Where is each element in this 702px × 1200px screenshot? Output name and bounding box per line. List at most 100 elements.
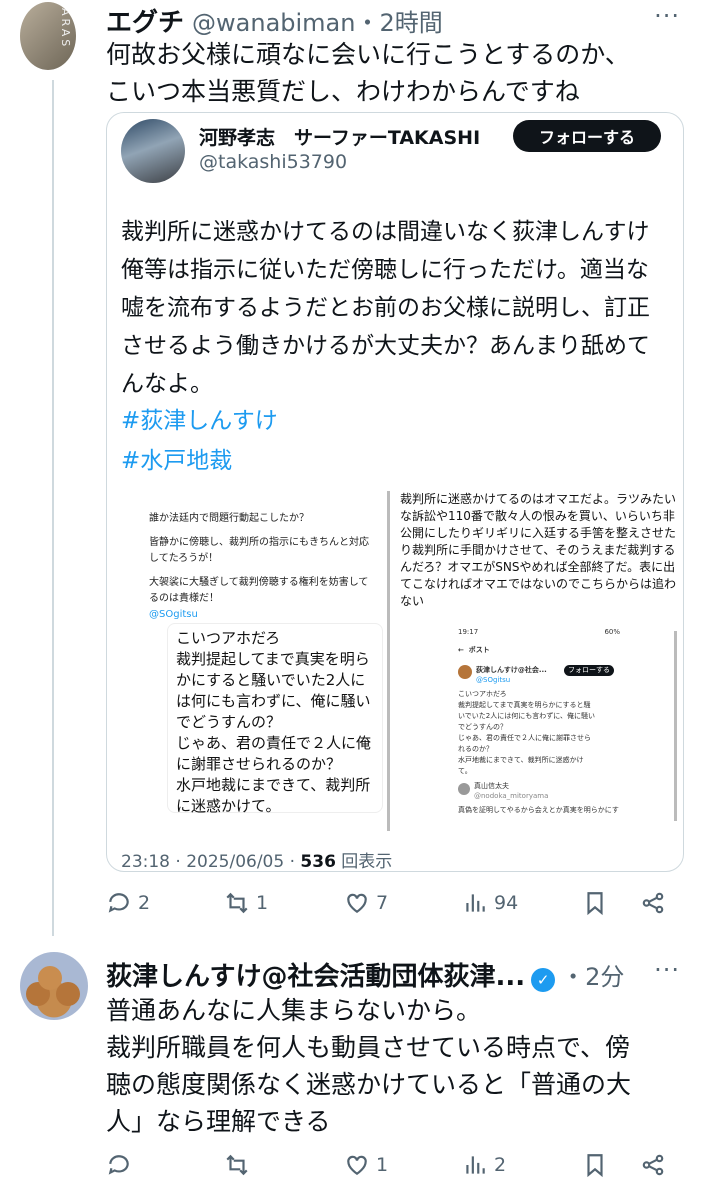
image-text-line: こいつアホだろ: [458, 690, 507, 698]
bookmark-button[interactable]: [582, 1152, 608, 1178]
like-button[interactable]: 1: [344, 1152, 388, 1178]
post-text-line: 普通あんなに人集まらないから。: [106, 996, 482, 1025]
post-text-line: 人」なら理解できる: [106, 1107, 331, 1136]
quoted-text-line: 嘘を流布するようだとお前のお父様に説明し、訂正: [121, 295, 650, 321]
reply-count: 2: [138, 892, 151, 914]
heart-icon: [347, 1155, 367, 1175]
quoted-post-meta: 23:18 · 2025/06/05 · 536 回表示: [121, 847, 392, 871]
reply-button[interactable]: [106, 1152, 138, 1178]
verified-badge-icon: ✓: [531, 968, 556, 992]
inner-follow-button: フォローする: [564, 665, 614, 676]
avatar[interactable]: ARAS: [20, 2, 76, 70]
image-text-line: 裁判所に迷惑かけてるのはオマエだよ。ラツみたい: [400, 492, 677, 506]
like-button[interactable]: 7: [344, 890, 388, 916]
image-divider: [674, 631, 677, 821]
share-button[interactable]: [640, 1152, 666, 1178]
views-count: 2: [494, 1154, 507, 1176]
avatar[interactable]: [20, 952, 88, 1020]
views-count: 94: [494, 892, 519, 914]
back-label: ポスト: [468, 646, 490, 654]
views-button[interactable]: 2: [462, 1152, 506, 1178]
embedded-image-left[interactable]: 誰か法廷内で問題行動起こしたか？ 皆静かに傍聴し、裁判所の指示にもきちんと対応 …: [123, 499, 393, 819]
more-options-icon[interactable]: ···: [654, 956, 680, 984]
image-text-line: て。: [458, 767, 472, 775]
image-text-line: 水戸地裁にまできて、裁判所: [176, 776, 371, 794]
share-button[interactable]: [640, 890, 666, 916]
image-text-line: てこなければオマエではないのでこちらからは追わ: [400, 577, 677, 591]
quoted-author-avatar[interactable]: [121, 119, 185, 183]
image-text-line: @SOgitsu: [149, 609, 198, 620]
heart-icon: [347, 893, 367, 913]
inner-reply-handle: @nodoka_mitoryama: [474, 792, 549, 800]
embedded-image-right[interactable]: 裁判所に迷惑かけてるのはオマエだよ。ラツみたい な訴訟や110番で散々人の恨みを…: [387, 491, 681, 831]
analytics-icon: [466, 1156, 485, 1174]
quoted-text-line: んなよ。: [121, 371, 213, 397]
image-text-line: いでいた2人には何にも言わずに、俺に騒い: [458, 712, 596, 720]
image-text-line: 誰か法廷内で問題行動起こしたか？: [149, 513, 309, 524]
quoted-author-handle[interactable]: @takashi53790: [199, 151, 347, 173]
author-handle[interactable]: @wanabiman: [192, 9, 355, 37]
image-text-line: 裁判提起してまで真実を明ら: [176, 650, 370, 668]
image-text-line: でどうすんの？: [176, 713, 282, 731]
like-count: 7: [376, 892, 389, 914]
quoted-post-timestamp[interactable]: 23:18 · 2025/06/05 ·: [121, 852, 300, 871]
image-text-line: [149, 567, 369, 575]
image-text-line: れるのか？: [458, 745, 493, 753]
image-text-line: に謝罪させられるのか？: [176, 755, 342, 773]
post-text: 何故お父様に頑なに会いに行こうとするのか、 こいつ本当悪質だし、わけわからんです…: [106, 36, 630, 110]
image-text-line: 公開にしたりギリギリに入廷する手筈を整えさせた: [400, 526, 677, 540]
reply-button[interactable]: 2: [106, 890, 150, 916]
repost-count: 1: [256, 892, 269, 914]
repost-icon: [226, 1154, 248, 1176]
embedded-image-text: 裁判所に迷惑かけてるのはオマエだよ。ラツみたい な訴訟や110番で散々人の恨みを…: [400, 491, 676, 610]
hashtag-link[interactable]: #荻津しんすけ: [121, 401, 278, 435]
hashtag-link[interactable]: #水戸地裁: [121, 441, 232, 475]
post-time[interactable]: ・2時間: [355, 3, 442, 38]
views-button[interactable]: 94: [462, 890, 518, 916]
post-time[interactable]: ・2分: [561, 957, 624, 992]
quoted-text-line: 裁判所に迷惑かけてるのは間違いなく荻津しんすけ: [121, 219, 650, 245]
image-text-line: してたろうが！: [149, 553, 219, 564]
follow-button[interactable]: フォローする: [513, 120, 661, 152]
image-text-line: 裁判提起してまで真実を明らかにすると騒: [458, 701, 591, 709]
author-name[interactable]: エグチ: [106, 2, 184, 39]
like-count: 1: [376, 1154, 389, 1176]
reply-icon: [108, 893, 129, 913]
inner-reply-avatar: [458, 783, 470, 795]
quoted-author-name[interactable]: 河野孝志 サーファーTAKASHI: [199, 123, 480, 150]
image-text-line: は何にも言わずに、俺に騒い: [176, 692, 371, 710]
back-nav: ← ポスト: [458, 645, 490, 656]
image-text-line: 大袈裟に大騒ぎして裁判傍聴する権利を妨害して: [149, 577, 369, 588]
post-text: 普通あんなに人集まらないから。 裁判所職員を何人も動員させている時点で、傍 聴の…: [106, 992, 631, 1140]
repost-icon: [226, 892, 248, 914]
image-text-line: るのは貴様だ！: [149, 593, 219, 604]
author-name[interactable]: 荻津しんすけ@社会活動団体荻津...: [106, 956, 525, 993]
back-arrow-icon: ←: [458, 646, 469, 654]
image-text-line: な訴訟や110番で散々人の恨みを買い、いらいち非: [400, 509, 675, 523]
bookmark-icon: [587, 892, 603, 916]
post-text-line: 裁判所職員を何人も動員させている時点で、傍: [106, 1033, 631, 1062]
more-options-icon[interactable]: ···: [654, 2, 680, 30]
post-actions-bar: 2 1 7 94: [106, 890, 676, 926]
quoted-post-card[interactable]: 河野孝志 サーファーTAKASHI @takashi53790 フォローする 裁…: [106, 112, 684, 872]
quoted-post-text: 裁判所に迷惑かけてるのは間違いなく荻津しんすけ 俺等は指示に従いただ傍聴しに行っ…: [121, 213, 681, 403]
post-actions-bar: 1 2: [106, 1152, 676, 1188]
reply-icon: [108, 1155, 129, 1175]
image-text-line: かにすると騒いでいた2人に: [176, 671, 366, 689]
post-header: エグチ @wanabiman ・2時間: [106, 2, 443, 39]
image-text-line: こいつアホだろ: [176, 629, 281, 647]
post-text-line: こいつ本当悪質だし、わけわからんですね: [106, 77, 580, 106]
repost-button[interactable]: 1: [224, 890, 268, 916]
post-text-line: 聴の態度関係なく迷惑かけていると「普通の大: [106, 1070, 632, 1099]
image-text-line: 水戸地裁にまできて、裁判所に迷惑かけ: [458, 756, 584, 764]
bookmark-button[interactable]: [582, 890, 608, 916]
inner-author-handle: @SOgitsu: [476, 676, 511, 684]
image-text-line: ない: [400, 594, 425, 608]
repost-button[interactable]: [224, 1152, 256, 1178]
status-time: 19:17: [458, 628, 479, 636]
share-icon: [642, 1154, 664, 1176]
post-text-line: 何故お父様に頑なに会いに行こうとするのか、: [106, 40, 630, 69]
image-text-line: 皆静かに傍聴し、裁判所の指示にもきちんと対応: [149, 537, 369, 548]
embedded-phone-screenshot: 19:17 60% ← ポスト 荻津しんすけ@社会... @SOgitsu フォ…: [454, 623, 624, 819]
status-battery: 60%: [604, 628, 620, 636]
